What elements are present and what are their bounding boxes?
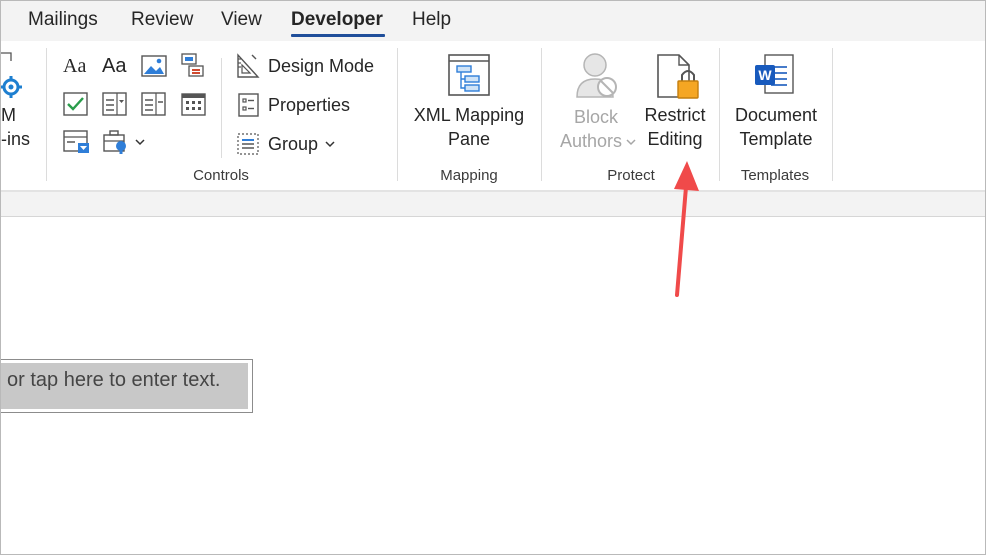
drop-down-list-icon [141,92,166,116]
document-template-label-line1: Document [734,105,818,125]
group-separator [46,48,47,181]
properties-icon [238,93,259,117]
legacy-tools-button[interactable] [102,127,152,157]
gear-icon [1,52,22,98]
word-document-icon: W [755,54,794,94]
group-button[interactable]: Group [236,129,336,159]
group-separator [397,48,398,181]
rich-text-icon: Aa [63,54,87,77]
legacy-tools-icon [103,130,126,154]
xml-mapping-pane-icon [448,54,490,96]
xml-mapping-pane-button[interactable]: XML Mapping Pane [407,49,531,159]
repeating-section-icon [63,130,89,153]
restrict-editing-button[interactable]: Restrict Editing [637,49,713,159]
addins-label-line1: M [1,105,16,125]
restrict-editing-label-line2: Editing [647,129,703,149]
repeating-section-content-control-button[interactable] [63,127,91,157]
building-block-icon [181,53,204,77]
ruler-strip [1,192,985,217]
chevron-down-icon [135,139,145,146]
block-authors-icon [576,53,617,98]
tab-view[interactable]: View [221,9,262,31]
group-separator [832,48,833,181]
group-label: Group [268,133,319,154]
tab-help[interactable]: Help [412,9,451,31]
restrict-editing-label-line1: Restrict [644,105,706,125]
document-template-button[interactable]: W Document Template [727,49,825,159]
checkbox-content-control-button[interactable] [63,89,89,119]
document-template-label-line2: Template [739,129,813,149]
templates-group-label: Templates [740,167,810,184]
content-control[interactable]: or tap here to enter text. [1,359,253,413]
design-mode-button[interactable]: Design Mode [236,51,374,81]
plain-text-content-control-button[interactable]: Aa [102,51,126,81]
picture-icon [141,55,167,77]
combo-box-icon [102,92,127,116]
addins-label-line2: -ins [1,129,31,149]
active-tab-indicator [291,34,385,37]
combo-box-content-control-button[interactable] [102,89,128,119]
tab-mailings[interactable]: Mailings [28,9,98,31]
drop-down-list-content-control-button[interactable] [141,89,167,119]
group-separator [719,48,720,181]
com-addins-button[interactable]: M -ins [1,49,41,159]
chevron-down-icon [626,139,636,146]
mapping-group-label: Mapping [440,167,498,184]
building-block-gallery-button[interactable] [181,51,207,81]
date-picker-content-control-button[interactable] [181,89,207,119]
properties-button[interactable]: Properties [238,90,350,120]
window-frame: Mailings Review View Developer Help M -i… [0,0,986,555]
tab-review[interactable]: Review [131,9,193,31]
lock-document-icon [657,54,699,99]
picture-content-control-button[interactable] [141,51,167,81]
design-mode-label: Design Mode [268,55,375,76]
tab-developer[interactable]: Developer [291,9,383,31]
plain-text-icon: Aa [102,54,127,77]
block-authors-button: Block Authors [551,49,641,159]
calendar-icon [181,93,206,116]
protect-group-label: Protect [607,167,655,184]
controls-group-label: Controls [193,167,249,184]
chevron-down-icon [325,141,335,148]
checkbox-icon [63,92,88,116]
properties-label: Properties [268,94,351,115]
ribbon-tab-bar: Mailings Review View Developer Help [1,1,985,41]
content-control-placeholder[interactable]: or tap here to enter text. [1,363,248,409]
block-authors-label-line2: Authors [559,131,623,151]
design-mode-icon [237,53,260,78]
block-authors-label-line1: Block [573,107,618,127]
group-icon [237,133,259,155]
svg-text:W: W [758,67,772,83]
xml-mapping-label-line2: Pane [447,129,491,149]
content-control-placeholder-text: or tap here to enter text. [7,369,221,391]
controls-inner-separator [221,58,222,158]
rich-text-content-control-button[interactable]: Aa [63,51,86,81]
xml-mapping-label-line1: XML Mapping [413,105,525,125]
group-separator [541,48,542,181]
